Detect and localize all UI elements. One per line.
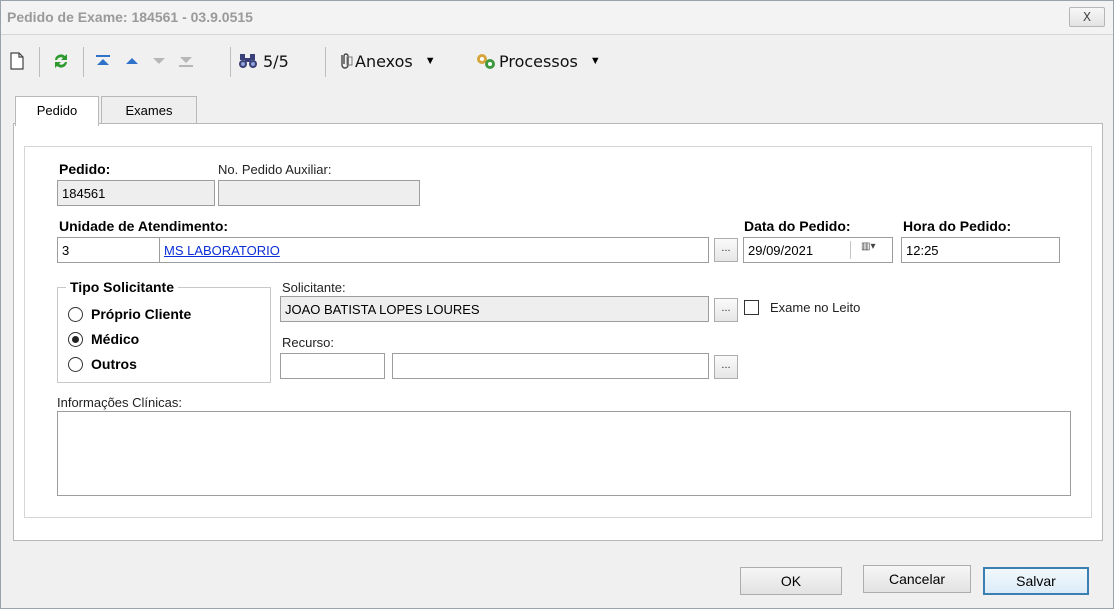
toolbar: 5/5 Anexos ▼ Processos ▼ xyxy=(1,41,1113,81)
radio-medico[interactable]: Médico xyxy=(68,331,139,347)
save-button[interactable]: Salvar xyxy=(983,567,1089,595)
gears-icon xyxy=(477,54,495,69)
refresh-icon[interactable] xyxy=(51,49,71,73)
radio-circle-selected[interactable] xyxy=(68,331,83,347)
attachments-label: Anexos xyxy=(355,51,413,71)
solicitante-browse-button[interactable]: ... xyxy=(714,298,738,322)
pedido-field[interactable]: 184561 xyxy=(57,180,215,206)
ok-button[interactable]: OK xyxy=(740,567,842,595)
unidade-name-field[interactable]: MS LABORATORIO xyxy=(159,237,709,263)
chevron-down-icon: ▼ xyxy=(424,55,436,67)
dialog-window: Pedido de Exame: 184561 - 03.9.0515 X 5/… xyxy=(0,0,1114,609)
close-button[interactable]: X xyxy=(1069,7,1105,27)
unidade-name-link[interactable]: MS LABORATORIO xyxy=(164,243,280,258)
calendar-dropdown-icon[interactable]: ▥▾ xyxy=(850,241,875,259)
radio-label: Outros xyxy=(91,356,137,372)
exame-leito-label: Exame no Leito xyxy=(770,300,861,315)
radio-proprio-cliente[interactable]: Próprio Cliente xyxy=(68,306,191,322)
data-pedido-label: Data do Pedido: xyxy=(744,218,851,234)
form-panel: Pedido: No. Pedido Auxiliar: 184561 Unid… xyxy=(24,146,1092,518)
radio-circle[interactable] xyxy=(68,356,83,372)
data-pedido-value: 29/09/2021 xyxy=(748,243,814,258)
last-record-icon[interactable] xyxy=(178,49,194,73)
info-clinicas-label: Informações Clínicas: xyxy=(57,395,182,410)
hora-pedido-label: Hora do Pedido: xyxy=(903,218,1012,234)
tipo-solicitante-title: Tipo Solicitante xyxy=(66,279,178,295)
tab-pedido[interactable]: Pedido xyxy=(15,96,99,126)
hora-pedido-field[interactable]: 12:25 xyxy=(901,237,1060,263)
recurso-label: Recurso: xyxy=(282,335,335,350)
exame-leito-checkbox[interactable] xyxy=(744,300,759,315)
new-document-icon[interactable] xyxy=(9,49,25,73)
first-record-icon[interactable] xyxy=(95,49,111,73)
radio-label: Médico xyxy=(91,331,140,347)
processes-menu[interactable]: Processos ▼ xyxy=(475,49,601,73)
solicitante-field[interactable]: JOAO BATISTA LOPES LOURES xyxy=(280,296,709,322)
cancel-button[interactable]: Cancelar xyxy=(863,565,971,593)
tab-page-pedido: Pedido: No. Pedido Auxiliar: 184561 Unid… xyxy=(13,123,1103,541)
window-title: Pedido de Exame: 184561 - 03.9.0515 xyxy=(7,9,253,25)
unidade-code-field[interactable]: 3 xyxy=(57,237,161,263)
radio-circle[interactable] xyxy=(68,306,83,322)
radio-label: Próprio Cliente xyxy=(91,306,192,322)
attachments-menu[interactable]: Anexos ▼ xyxy=(337,49,436,73)
record-position: 5/5 xyxy=(263,51,289,71)
unidade-label: Unidade de Atendimento: xyxy=(59,218,229,234)
paperclip-icon xyxy=(341,53,353,69)
recurso-code-field[interactable] xyxy=(280,353,385,379)
pedido-label: Pedido: xyxy=(59,161,111,177)
recurso-browse-button[interactable]: ... xyxy=(714,355,738,379)
pedido-aux-label: No. Pedido Auxiliar: xyxy=(218,162,332,177)
title-bar: Pedido de Exame: 184561 - 03.9.0515 X xyxy=(1,1,1113,35)
binoculars-icon[interactable] xyxy=(238,49,258,73)
tab-exames[interactable]: Exames xyxy=(101,96,197,124)
pedido-aux-field[interactable] xyxy=(218,180,420,206)
radio-outros[interactable]: Outros xyxy=(68,356,137,372)
next-record-icon[interactable] xyxy=(151,49,167,73)
info-clinicas-textarea[interactable] xyxy=(57,411,1071,496)
previous-record-icon[interactable] xyxy=(124,49,140,73)
unidade-browse-button[interactable]: ... xyxy=(714,238,738,262)
recurso-name-field[interactable] xyxy=(392,353,709,379)
chevron-down-icon: ▼ xyxy=(589,55,601,67)
solicitante-label: Solicitante: xyxy=(282,280,346,295)
tipo-solicitante-group: Tipo Solicitante Próprio Cliente Médico … xyxy=(57,279,271,383)
processes-label: Processos xyxy=(499,51,578,71)
